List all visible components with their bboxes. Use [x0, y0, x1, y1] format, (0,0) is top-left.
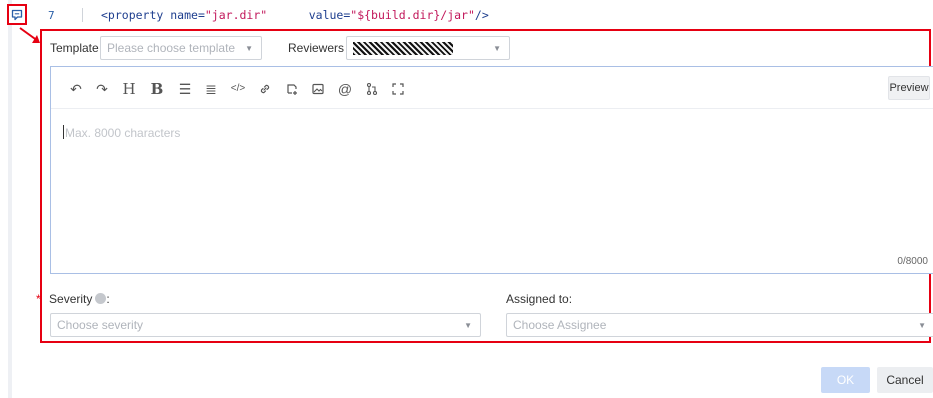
code-line-previous-cut: ' ' ' ' ' ' ' ' ' ' ' [100, 0, 273, 5]
editor-placeholder: Max. 8000 characters [65, 126, 181, 140]
code-icon[interactable]: </> [229, 80, 247, 98]
assigned-label-row: Assigned to: [506, 292, 573, 306]
severity-select[interactable]: Choose severity ▼ [50, 313, 481, 337]
merge-request-svg [366, 82, 378, 96]
severity-label-row: * Severity: [36, 292, 110, 306]
link-icon[interactable] [256, 80, 274, 98]
comment-icon [11, 9, 23, 20]
attachment-svg [287, 84, 297, 95]
merge-request-icon[interactable] [363, 80, 381, 98]
assignee-placeholder: Choose Assignee [513, 318, 607, 332]
chevron-down-icon: ▼ [493, 44, 501, 53]
code-text: <property name="jar.dir" value="${build.… [101, 8, 489, 22]
add-comment-button[interactable] [7, 4, 27, 25]
text-cursor [63, 125, 64, 139]
help-icon[interactable] [95, 293, 107, 304]
editor-text-area[interactable]: Max. 8000 characters [63, 125, 180, 140]
line-number: 7 [48, 9, 55, 22]
severity-placeholder: Choose severity [57, 318, 144, 332]
template-select[interactable]: Please choose template ▼ [100, 36, 262, 60]
mention-icon[interactable]: @ [336, 80, 354, 98]
image-svg [312, 83, 324, 95]
line-separator [82, 8, 83, 22]
character-counter: 0/8000 [897, 256, 928, 267]
preview-button[interactable]: Preview [888, 76, 930, 100]
ordered-list-icon[interactable]: ≣ [202, 80, 220, 98]
redo-icon[interactable]: ↷ [93, 80, 111, 98]
chevron-down-icon: ▼ [245, 44, 253, 53]
reviewers-select[interactable]: ▼ [346, 36, 510, 60]
template-label: Template [50, 41, 99, 55]
assigned-label: Assigned to [506, 292, 569, 306]
review-comment-panel: Template Please choose template ▼ Review… [36, 29, 933, 343]
code-gutter [8, 0, 12, 398]
image-icon[interactable] [309, 80, 327, 98]
cancel-button[interactable]: Cancel [877, 367, 933, 393]
assignee-select[interactable]: Choose Assignee ▼ [506, 313, 933, 337]
severity-label: Severity [49, 292, 93, 306]
ok-button[interactable]: OK [821, 367, 870, 393]
bullet-list-icon[interactable]: ☰ [176, 80, 194, 98]
template-placeholder: Please choose template [107, 41, 236, 55]
undo-icon[interactable]: ↶ [67, 80, 85, 98]
reviewer-obscured-names [353, 41, 453, 55]
code-line: ' ' ' ' ' ' ' ' ' ' ' 7 <property name="… [0, 0, 933, 28]
required-asterisk: * [36, 292, 41, 306]
heading-icon[interactable]: H [120, 80, 138, 98]
reviewers-label: Reviewers [288, 41, 345, 55]
comment-editor[interactable]: ↶ ↷ H B ☰ ≣ </> @ Preview Max. 8000 char… [50, 66, 933, 274]
chevron-down-icon: ▼ [918, 321, 926, 330]
chevron-down-icon: ▼ [464, 321, 472, 330]
bold-icon[interactable]: B [148, 80, 166, 98]
editor-toolbar: ↶ ↷ H B ☰ ≣ </> @ Preview [51, 67, 933, 109]
fullscreen-icon[interactable] [389, 80, 407, 98]
link-svg [260, 84, 270, 94]
attachment-icon[interactable] [283, 80, 301, 98]
fullscreen-svg [392, 83, 404, 95]
